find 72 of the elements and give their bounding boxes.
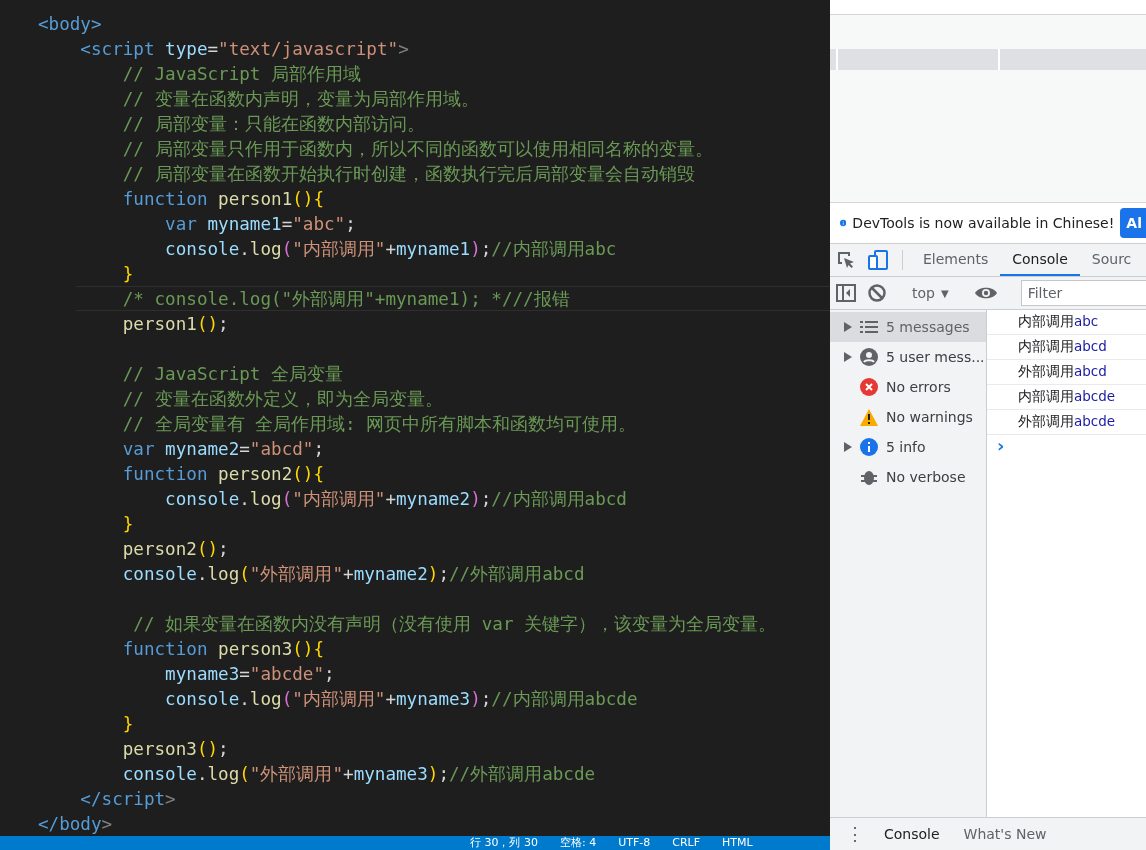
code-line: // 全局变量有 全局作用域: 网页中所有脚本和函数均可使用。 [121,412,637,436]
code-line: </script> [79,788,176,809]
devtools-tab[interactable]: Elements [911,244,1001,276]
code-line: // 局部变量：只能在函数内部访问。 [121,112,425,136]
console-message: 外部调用abcde [1018,413,1116,431]
sidebar-label: 5 messages [886,319,970,335]
status-item[interactable]: UTF-8 [618,836,651,850]
status-item[interactable]: 行 30，列 30 [470,836,538,850]
expand-arrow-icon[interactable] [844,322,852,332]
sidebar-label: No warnings [886,409,973,425]
code-line: function person3(){ [121,638,324,659]
console-prompt[interactable]: › [997,435,1005,456]
code-line: <body> [38,13,102,34]
warning-icon [860,408,878,426]
expand-arrow-icon[interactable] [844,352,852,362]
console-message: 内部调用abcde [1018,388,1116,406]
sidebar-item[interactable]: 5 info [830,432,986,462]
info-icon [860,438,878,456]
code-line: } [121,263,134,284]
menu-button[interactable]: ⋮ [840,823,870,845]
code-line: // 如果变量在函数内没有声明（没有使用 var 关键字），该变量为全局变量。 [132,612,777,636]
list-icon [860,320,878,334]
code-line: person1(); [121,313,229,334]
sidebar-item[interactable]: 5 messages [830,312,986,342]
status-item[interactable]: CRLF [672,836,701,850]
code-line: console.log("外部调用"+myname3);//外部调用abcde [121,762,596,786]
code-line: console.log("内部调用"+myname3);//内部调用abcde [164,687,638,711]
console-message: 外部调用abcd [1018,363,1107,381]
code-line: function person1(){ [121,188,324,209]
sidebar-item[interactable]: No warnings [830,402,986,432]
sidebar-item[interactable]: No errors [830,372,986,402]
sidebar-item[interactable]: 5 user mess... [830,342,986,372]
devtools-tab[interactable]: Sourc [1079,244,1144,276]
console-message: 内部调用abc [1018,313,1099,331]
code-line: <script type="text/javascript"> [79,38,409,59]
console-message: 内部调用abcd [1018,338,1107,356]
code-line: var myname2="abcd"; [121,438,324,459]
sidebar-label: No verbose [886,469,966,485]
sidebar-label: 5 info [886,439,926,455]
drawer-tab[interactable]: Console [874,826,950,842]
code-line: // 变量在函数外定义，即为全局变量。 [121,387,443,411]
code-line: myname3="abcde"; [164,663,335,684]
sidebar-label: No errors [886,379,951,395]
code-line: person3(); [121,738,229,759]
sidebar-label: 5 user mess... [886,349,985,365]
code-line: console.log("内部调用"+myname2);//内部调用abcd [164,487,627,511]
code-line: // JavaScript 全局变量 [121,362,344,386]
code-line: /* console.log("外部调用"+myname1); *///报错 [121,287,570,311]
code-line: function person2(){ [121,463,324,484]
filter-field[interactable]: Filter [1020,280,1146,306]
context-dropdown[interactable]: top ▼ [908,285,953,301]
user-icon [860,348,878,366]
drawer-tab[interactable]: What's New [953,826,1057,842]
status-item[interactable]: 空格: 4 [560,836,597,850]
code-line: } [121,513,134,534]
expand-arrow-icon[interactable] [844,442,852,452]
code-line: } [121,713,134,734]
code-line: // JavaScript 局部作用域 [121,62,362,86]
status-item[interactable]: HTML [722,836,753,850]
code-line: // 变量在函数内声明，变量为局部作用域。 [121,87,479,111]
bug-icon [860,468,878,486]
banner-text: DevTools is now available in Chinese! [852,215,1115,231]
code-line: // 局部变量只作用于函数内，所以不同的函数可以使用相同名称的变量。 [121,137,713,161]
code-line: console.log("内部调用"+myname1);//内部调用abc [164,237,617,261]
code-line: </body> [38,813,113,834]
sidebar-item[interactable]: No verbose [830,462,986,492]
banner-button[interactable]: Al [1120,208,1146,238]
code-line: // 局部变量在函数开始执行时创建，函数执行完后局部变量会自动销毁 [121,162,695,186]
error-icon [860,378,878,396]
code-line: var myname1="abc"; [164,213,356,234]
code-line: console.log("外部调用"+myname2);//外部调用abcd [121,562,585,586]
code-line: person2(); [121,538,229,559]
